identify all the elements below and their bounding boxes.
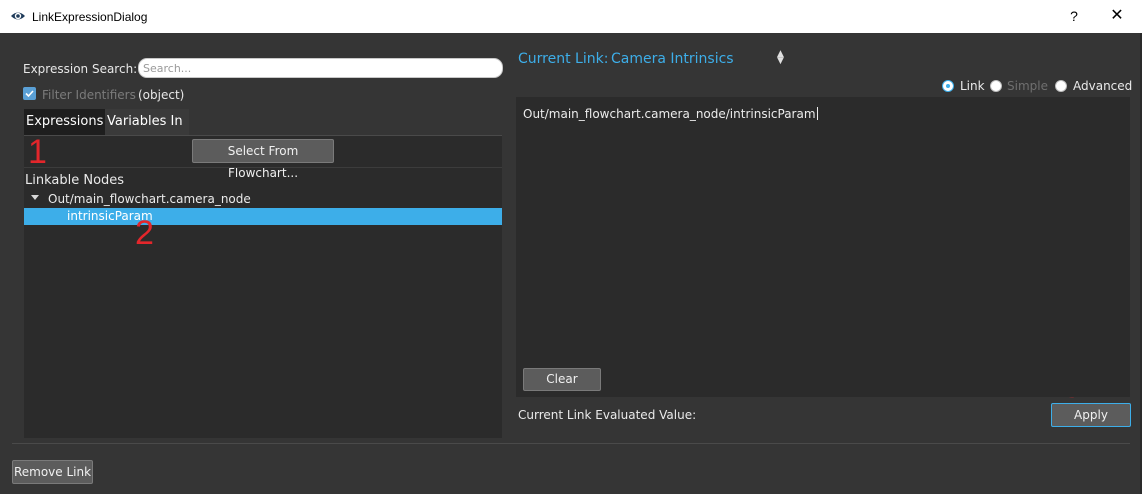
mode-simple-label: Simple xyxy=(1007,79,1048,93)
tree-expand-arrow-icon[interactable] xyxy=(31,195,39,200)
tree-node-camera-node[interactable]: Out/main_flowchart.camera_node xyxy=(48,192,251,206)
mode-simple-radio[interactable] xyxy=(990,80,1002,92)
expression-text-value: Out/main_flowchart.camera_node/intrinsic… xyxy=(523,107,816,121)
expressions-pane: Select From Flowchart... Linkable Nodes … xyxy=(24,135,502,438)
dialog-body: Expression Search: Filter Identifiers (o… xyxy=(0,33,1142,494)
linkable-nodes-title: Linkable Nodes xyxy=(25,173,125,188)
close-button[interactable]: ✕ xyxy=(1103,3,1131,29)
annotation-step-1: 1 xyxy=(28,133,47,171)
text-caret xyxy=(816,107,818,120)
tab-variables-in[interactable]: Variables In xyxy=(105,109,189,135)
annotation-step-2: 2 xyxy=(135,214,154,252)
checkmark-icon xyxy=(25,90,34,98)
clear-button[interactable]: Clear xyxy=(523,368,601,391)
expression-text: Out/main_flowchart.camera_node/intrinsic… xyxy=(523,107,818,121)
filter-identifiers-checkbox[interactable] xyxy=(23,87,36,100)
expression-search-label: Expression Search: xyxy=(23,62,138,76)
expression-editor[interactable]: Out/main_flowchart.camera_node/intrinsic… xyxy=(516,97,1130,397)
select-from-flowchart-button[interactable]: Select From Flowchart... xyxy=(192,139,334,180)
tree-node-selected-row[interactable]: intrinsicParam xyxy=(24,208,502,225)
window-title: LinkExpressionDialog xyxy=(32,10,148,24)
left-panel: Expression Search: Filter Identifiers (o… xyxy=(12,41,510,441)
select-spinner-icon[interactable]: ▲ ▼ xyxy=(777,50,784,66)
help-button[interactable]: ? xyxy=(1060,3,1088,29)
tab-expressions[interactable]: Expressions xyxy=(24,109,105,135)
evaluated-value-label: Current Link Evaluated Value: xyxy=(518,408,697,422)
current-link-label: Current Link: xyxy=(518,51,609,67)
filter-identifiers-label: Filter Identifiers xyxy=(42,88,136,102)
app-eye-icon xyxy=(10,8,26,24)
title-bar: LinkExpressionDialog ? ✕ xyxy=(0,0,1142,33)
pane-divider xyxy=(24,167,502,168)
apply-button[interactable]: Apply xyxy=(1051,403,1131,427)
filter-type-label: (object) xyxy=(138,88,185,102)
footer-divider xyxy=(12,443,1130,444)
remove-link-button[interactable]: Remove Link xyxy=(12,460,93,484)
current-link-select[interactable]: Camera Intrinsics xyxy=(611,51,734,67)
mode-advanced-radio[interactable] xyxy=(1055,80,1067,92)
expression-search-input[interactable] xyxy=(138,58,503,78)
mode-link-label: Link xyxy=(960,79,985,93)
mode-link-radio[interactable] xyxy=(942,80,954,92)
mode-advanced-label: Advanced xyxy=(1073,79,1133,93)
